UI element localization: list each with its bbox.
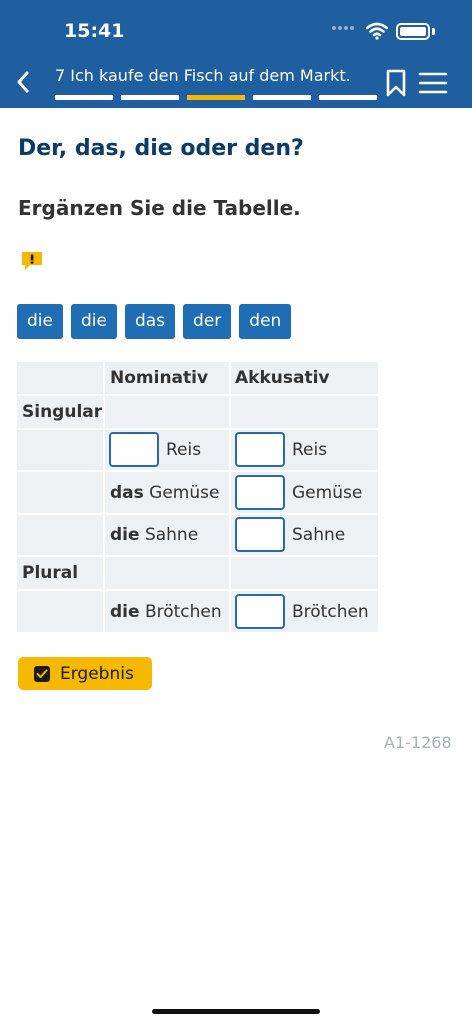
battery-tip [432, 28, 435, 35]
column-header-akkusativ: Akkusativ [231, 362, 378, 394]
table-cell [17, 472, 103, 513]
noun-text: Brötchen [292, 601, 369, 622]
table-cell [17, 591, 103, 632]
progress-step [55, 95, 113, 100]
table-cell: die Brötchen [105, 591, 229, 632]
noun-text: Gemüse [149, 482, 220, 503]
table-cell [17, 430, 103, 470]
bookmark-icon [386, 69, 406, 97]
row-label: Singular [22, 402, 103, 422]
table-cell: die Sahne [105, 515, 229, 555]
chevron-left-icon [17, 71, 29, 93]
hamburger-menu-icon [418, 72, 448, 94]
menu-button[interactable] [418, 70, 448, 96]
exercise-reference-code: A1-1268 [384, 733, 452, 752]
table-header-empty [17, 362, 103, 394]
table-cell [17, 515, 103, 555]
hint-button[interactable] [20, 250, 44, 272]
result-button[interactable]: Ergebnis [18, 657, 152, 690]
battery-icon [396, 23, 430, 40]
noun-text: Gemüse [292, 482, 363, 503]
noun-text: Sahne [144, 525, 199, 545]
word-chip[interactable]: der [183, 304, 232, 339]
article-text: die [110, 525, 140, 545]
home-indicator[interactable] [152, 1009, 320, 1014]
noun-text: Reis [292, 440, 328, 460]
lesson-progress [55, 95, 377, 100]
progress-step [121, 95, 179, 100]
column-header-label: Akkusativ [235, 368, 330, 388]
result-button-label: Ergebnis [60, 663, 134, 684]
word-chip[interactable]: die [17, 304, 63, 339]
column-header-nominativ: Nominativ [105, 362, 229, 394]
status-time: 15:41 [64, 20, 125, 42]
lesson-title: 7 Ich kaufe den Fisch auf dem Markt. [55, 66, 351, 85]
column-header-label: Nominativ [110, 368, 209, 388]
drop-target[interactable] [235, 475, 285, 510]
word-chip[interactable]: das [124, 304, 176, 339]
declension-table: Nominativ Akkusativ Singular Reis Reis d… [17, 362, 378, 632]
noun-text: Reis [166, 440, 202, 460]
table-cell [105, 557, 229, 589]
article-text: das [110, 482, 144, 503]
app-header: 15:41 7 Ich kaufe den Fisch auf dem Mark… [0, 0, 472, 108]
exclamation-hint-icon [22, 252, 42, 270]
bookmark-button[interactable] [384, 68, 408, 98]
row-label-singular: Singular [17, 396, 103, 428]
table-cell: Reis [231, 430, 378, 470]
table-cell: Gemüse [231, 472, 378, 513]
signal-icon [332, 26, 354, 30]
drop-target[interactable] [235, 517, 285, 552]
progress-step [319, 95, 377, 100]
article-text: die [110, 601, 140, 622]
drop-target[interactable] [109, 432, 159, 467]
table-cell [231, 396, 378, 428]
table-cell [105, 396, 229, 428]
table-cell: Reis [105, 430, 229, 470]
noun-text: Sahne [292, 525, 346, 545]
wifi-icon [366, 22, 388, 40]
checkbox-icon [34, 665, 50, 682]
progress-step [253, 95, 311, 100]
exercise-instruction: Ergänzen Sie die Tabelle. [18, 196, 301, 220]
row-label: Plural [22, 563, 79, 583]
progress-step-active [187, 95, 245, 100]
noun-text: Brötchen [144, 601, 222, 622]
table-cell: Brötchen [231, 591, 378, 632]
word-chip[interactable]: den [239, 304, 292, 339]
word-chips: die die das der den [17, 304, 292, 339]
back-button[interactable] [8, 64, 38, 100]
table-cell: das Gemüse [105, 472, 229, 513]
drop-target[interactable] [235, 594, 285, 629]
word-chip[interactable]: die [70, 304, 117, 339]
table-cell [231, 557, 378, 589]
drop-target[interactable] [235, 432, 285, 467]
exercise-heading: Der, das, die oder den? [18, 136, 304, 161]
table-cell: Sahne [231, 515, 378, 555]
row-label-plural: Plural [17, 557, 103, 589]
